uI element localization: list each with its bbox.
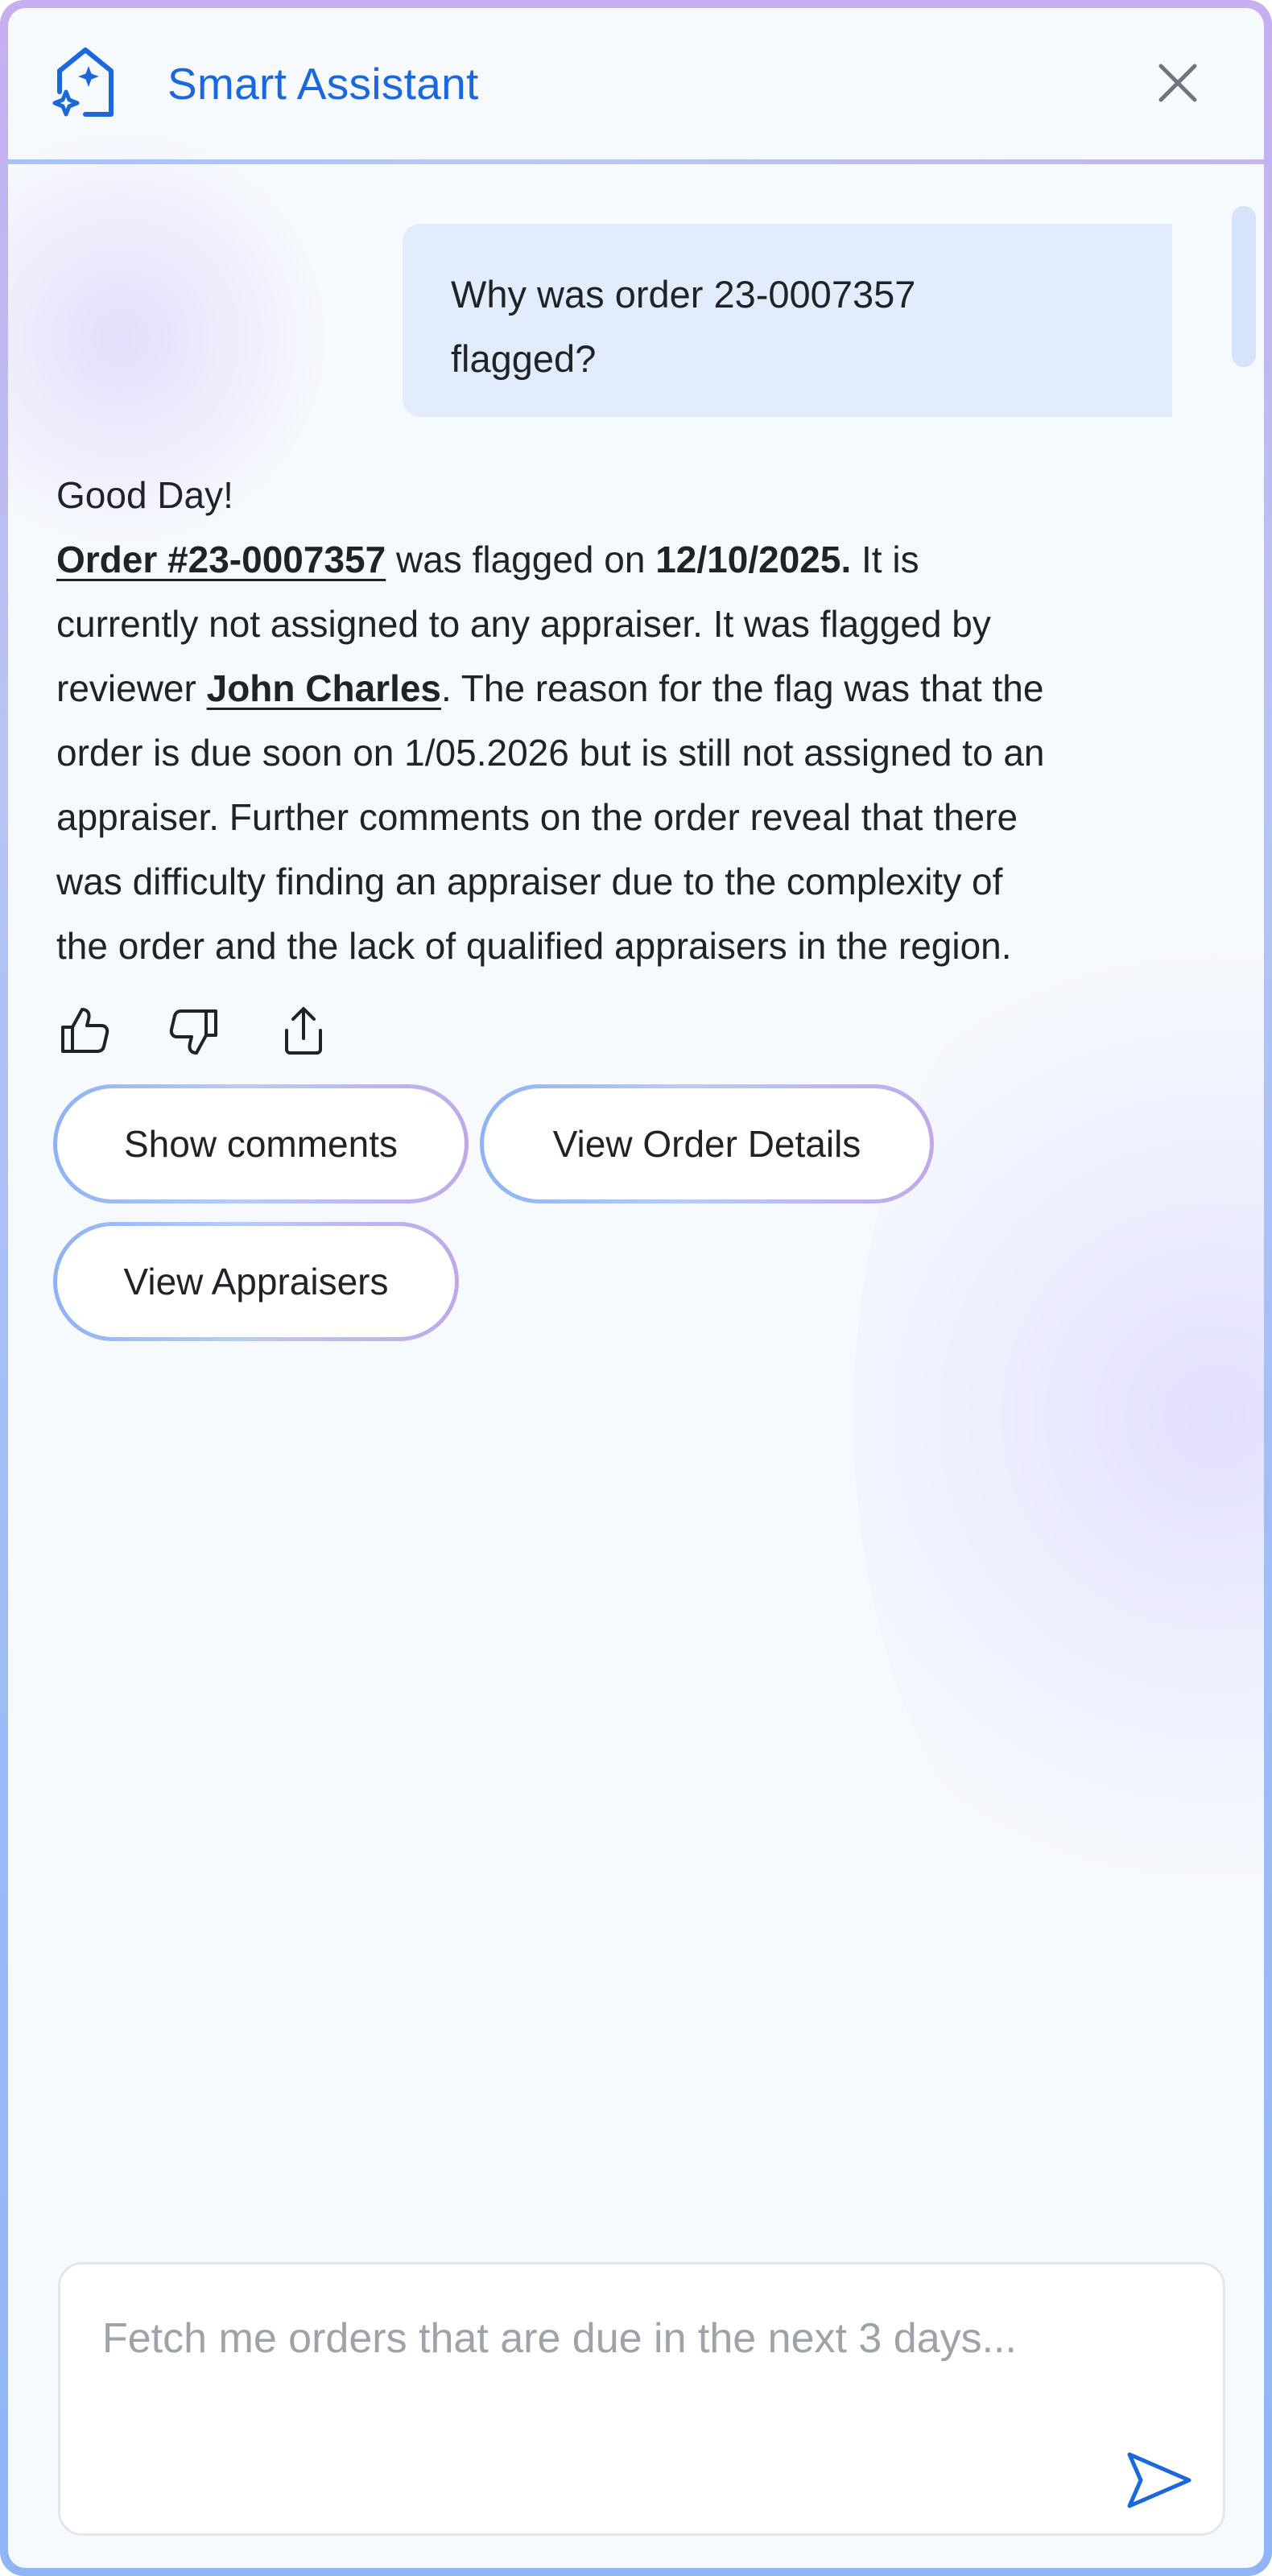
assistant-message-line: the order and the lack of qualified appr… (56, 925, 1012, 967)
user-message-line: Why was order 23-0007357 (451, 273, 916, 316)
user-message-bubble: Why was order 23-0007357 flagged? (403, 224, 1172, 417)
send-icon[interactable] (1123, 2448, 1196, 2512)
assistant-text: reviewer (56, 667, 207, 709)
message-composer (58, 2262, 1225, 2536)
assistant-message-line: was difficulty finding an appraiser due … (56, 861, 1003, 902)
chip-label: View Appraisers (57, 1226, 455, 1337)
chip-label: View Order Details (484, 1088, 930, 1199)
chat-scrollbar[interactable] (1232, 206, 1256, 367)
assistant-message-line: order is due soon on 1/05.2026 but is st… (56, 732, 1045, 774)
assistant-greeting: Good Day! (56, 474, 233, 516)
background-glow-right (853, 853, 1264, 1980)
assistant-message-line: currently not assigned to any appraiser.… (56, 603, 991, 645)
home-sparkle-icon (52, 47, 114, 117)
user-message-line: flagged? (451, 337, 597, 380)
thumbs-down-icon[interactable] (166, 1003, 222, 1059)
order-link[interactable]: Order #23-0007357 (56, 539, 386, 580)
message-input[interactable] (102, 2311, 1149, 2440)
view-appraisers-chip[interactable]: View Appraisers (53, 1222, 459, 1341)
assistant-message-line: reviewer John Charles. The reason for th… (56, 656, 1183, 720)
header-divider (8, 159, 1264, 164)
reviewer-link[interactable]: John Charles (207, 667, 441, 709)
assistant-message-line: Order #23-0007357 was flagged on 12/10/2… (56, 527, 1183, 592)
assistant-text: . The reason for the flag was that the (441, 667, 1044, 709)
assistant-header: Smart Assistant (8, 8, 1264, 164)
assistant-window-frame: Smart Assistant Why was order 23-0007357… (0, 0, 1272, 2576)
chip-label: Show comments (57, 1088, 465, 1199)
close-icon[interactable] (1150, 55, 1206, 111)
flag-date: 12/10/2025. (655, 539, 852, 580)
share-icon[interactable] (275, 1003, 332, 1059)
show-comments-chip[interactable]: Show comments (53, 1084, 469, 1203)
assistant-text: It is (851, 539, 919, 580)
assistant-panel: Smart Assistant Why was order 23-0007357… (8, 8, 1264, 2568)
view-order-details-chip[interactable]: View Order Details (480, 1084, 934, 1203)
assistant-message-line: appraiser. Further comments on the order… (56, 796, 1018, 838)
assistant-text: was flagged on (386, 539, 656, 580)
thumbs-up-icon[interactable] (56, 1003, 113, 1059)
assistant-title: Smart Assistant (167, 59, 479, 109)
assistant-message: Good Day! Order #23-0007357 was flagged … (56, 463, 1183, 978)
